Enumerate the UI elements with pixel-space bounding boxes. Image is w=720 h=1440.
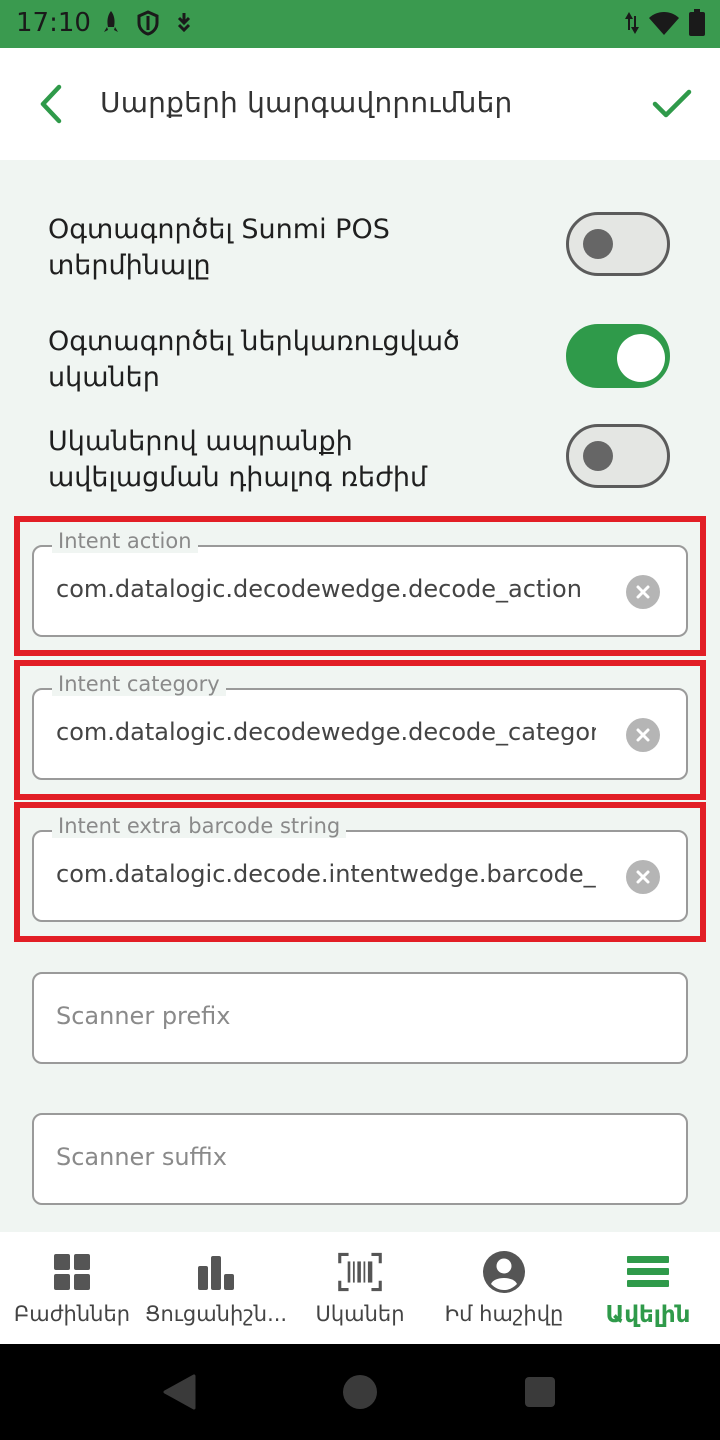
nav-item-indicators[interactable]: Ցուցանիշն... — [144, 1232, 288, 1344]
status-time: 17:10 — [16, 8, 91, 38]
field-label: Intent action — [52, 529, 198, 553]
sunmi-pos-switch[interactable] — [566, 212, 670, 276]
data-arrows-icon — [625, 12, 639, 34]
toggle-label-line: տերմինալը — [48, 250, 211, 281]
back-button[interactable] — [26, 80, 74, 128]
toggle-label-line: ավելացման դիալոգ ռեժիմ — [48, 462, 428, 493]
status-notification-icons — [100, 10, 194, 36]
clear-icon[interactable] — [626, 575, 660, 609]
switch-knob — [617, 334, 665, 382]
status-system-icons — [624, 9, 706, 37]
switch-knob — [583, 441, 613, 471]
nav-item-scanner[interactable]: Սկաներ — [288, 1232, 432, 1344]
nav-label: Բաժիններ — [13, 1302, 131, 1326]
toggle-label-line: Օգտագործել Sunmi POS — [48, 214, 390, 245]
intent-extra-barcode-field[interactable]: Intent extra barcode string com.datalogi… — [32, 814, 688, 922]
shield-icon — [137, 10, 159, 36]
bar-chart-icon — [194, 1250, 238, 1294]
toggle-row-sunmi-pos[interactable]: Օգտագործել Sunmi POS տերմինալը — [48, 212, 678, 284]
toggle-label: Սկաներով ապրանքի ավելացման դիալոգ ռեժիմ — [48, 424, 528, 496]
chevron-left-icon — [40, 84, 62, 124]
download-icon — [177, 13, 191, 33]
built-in-scanner-switch[interactable] — [566, 324, 670, 388]
nav-label: Ավելին — [605, 1302, 691, 1328]
clear-icon[interactable] — [626, 718, 660, 752]
field-value[interactable]: com.datalogic.decodewedge.decode_action — [56, 575, 596, 603]
wifi-icon — [649, 12, 679, 35]
scanner-suffix-input[interactable]: Scanner suffix — [32, 1113, 688, 1205]
save-button[interactable] — [648, 80, 696, 128]
bottom-navigation: Բաժիններ Ցուցանիշն... Սկաներ Իմ հաշիվը Ա… — [0, 1232, 720, 1344]
nav-item-sections[interactable]: Բաժիններ — [0, 1232, 144, 1344]
scanner-dialog-mode-switch[interactable] — [566, 424, 670, 488]
switch-knob — [583, 229, 613, 259]
app-bar: Սարքերի կարգավորումներ — [0, 48, 720, 160]
toggle-label-line: Օգտագործել ներկառուցված — [48, 326, 460, 357]
nav-label: Ցուցանիշն... — [144, 1302, 288, 1326]
nav-label: Սկաներ — [315, 1302, 405, 1326]
intent-action-field[interactable]: Intent action com.datalogic.decodewedge.… — [32, 529, 688, 637]
rocket-icon — [104, 11, 118, 32]
field-label: Intent category — [52, 672, 226, 696]
nav-item-more[interactable]: Ավելին — [576, 1232, 720, 1344]
back-triangle-icon[interactable] — [162, 1374, 196, 1410]
toggle-label: Օգտագործել Sunmi POS տերմինալը — [48, 212, 528, 284]
barcode-scanner-icon — [338, 1250, 382, 1294]
field-placeholder: Scanner suffix — [56, 1143, 227, 1171]
clear-icon[interactable] — [626, 860, 660, 894]
toggle-row-built-in-scanner[interactable]: Օգտագործել ներկառուցված սկաներ — [48, 324, 678, 396]
toggle-label: Օգտագործել ներկառուցված սկաներ — [48, 324, 528, 396]
toggle-label-line: Սկաներով ապրանքի — [48, 426, 353, 457]
home-circle-icon[interactable] — [342, 1374, 378, 1410]
field-value[interactable]: com.datalogic.decodewedge.decode_categor… — [56, 718, 596, 746]
nav-label: Իմ հաշիվը — [444, 1302, 564, 1326]
field-placeholder: Scanner prefix — [56, 1002, 231, 1030]
field-value[interactable]: com.datalogic.decode.intentwedge.barcode… — [56, 860, 596, 888]
system-navigation-bar — [0, 1344, 720, 1440]
scanner-prefix-input[interactable]: Scanner prefix — [32, 972, 688, 1064]
recents-square-icon[interactable] — [524, 1376, 556, 1408]
battery-icon — [689, 9, 705, 36]
field-label: Intent extra barcode string — [52, 814, 347, 838]
menu-icon — [626, 1250, 670, 1294]
toggle-row-scanner-dialog-mode[interactable]: Սկաներով ապրանքի ավելացման դիալոգ ռեժիմ — [48, 424, 678, 496]
page-title: Սարքերի կարգավորումներ — [100, 86, 513, 119]
intent-category-field[interactable]: Intent category com.datalogic.decodewedg… — [32, 672, 688, 780]
toggle-label-line: սկաներ — [48, 362, 160, 393]
nav-item-my-account[interactable]: Իմ հաշիվը — [432, 1232, 576, 1344]
check-icon — [652, 89, 692, 118]
status-bar: 17:10 — [0, 0, 720, 48]
account-icon — [482, 1250, 526, 1294]
grid-icon — [50, 1250, 94, 1294]
